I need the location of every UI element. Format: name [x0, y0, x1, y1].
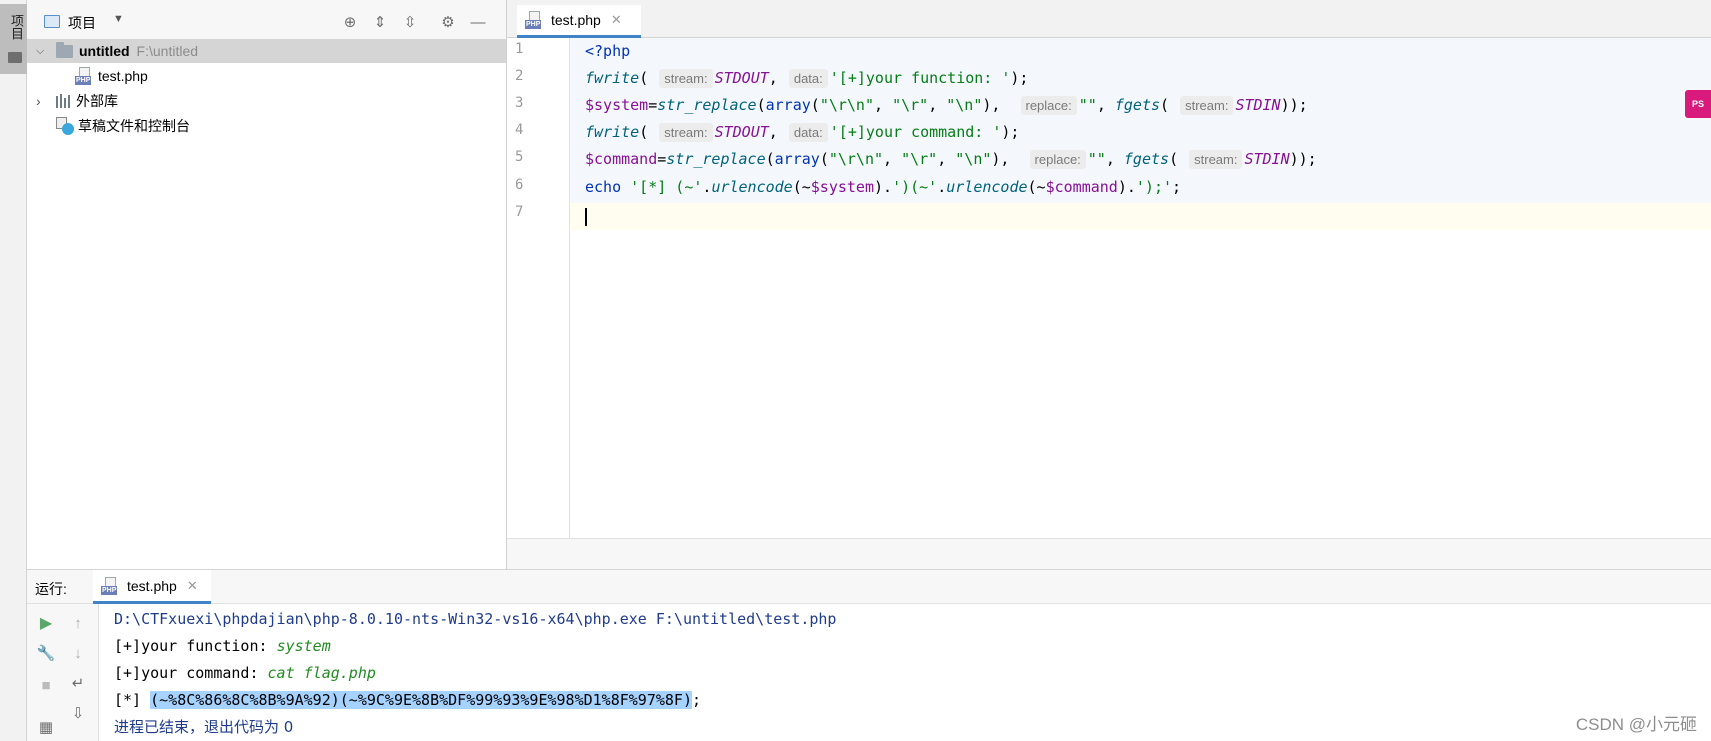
- param-hint: stream:: [659, 69, 713, 88]
- project-panel-title[interactable]: 项目: [68, 13, 96, 33]
- phpstorm-icon[interactable]: PS: [1685, 90, 1711, 118]
- run-toolbar: ▶ 🔧 ■ ↑ ↓ ↵ ⇩ ▦: [27, 604, 99, 741]
- code-text-area[interactable]: <?php fwrite( stream: STDOUT, data: '[+]yo…: [570, 38, 1711, 538]
- collapse-all-icon[interactable]: ⇳: [400, 12, 420, 32]
- rerun-icon[interactable]: ▶: [35, 612, 57, 634]
- folder-icon: [56, 41, 73, 58]
- line-number: 7: [515, 204, 524, 220]
- editor-tab-bar: PHP test.php ✕: [507, 0, 1711, 38]
- param-hint: replace:: [1029, 150, 1086, 169]
- console-command-line: D:\CTFxuexi\phpdajian\php-8.0.10-nts-Win…: [114, 610, 837, 628]
- line-number: 3: [515, 95, 524, 111]
- param-hint: stream:: [1189, 150, 1243, 169]
- wrench-icon[interactable]: 🔧: [35, 642, 57, 664]
- run-tab-test-php[interactable]: PHP test.php ✕: [93, 570, 211, 604]
- project-panel: 项目 ▼ ⊕ ⇕ ⇳ ⚙ — ⌵ untitled F:\untitled PH…: [27, 0, 507, 569]
- expand-all-icon[interactable]: ⇕: [370, 12, 390, 32]
- code-line-3: $system=str_replace(array("\r\n", "\r", …: [585, 96, 1308, 115]
- code-line-5: $command=str_replace(array("\r\n", "\r",…: [585, 150, 1317, 169]
- run-panel-header: 运行: PHP test.php ✕: [27, 570, 1711, 604]
- minimize-icon[interactable]: —: [468, 12, 488, 32]
- project-view-icon: [44, 15, 60, 28]
- console-output[interactable]: D:\CTFxuexi\phpdajian\php-8.0.10-nts-Win…: [100, 604, 1711, 741]
- php-file-icon: PHP: [75, 67, 95, 85]
- layout-icon[interactable]: ▦: [35, 716, 57, 738]
- line-number: 1: [515, 41, 524, 57]
- text-caret: [585, 208, 587, 226]
- run-panel: 运行: PHP test.php ✕ ▶ 🔧 ■ ↑ ↓ ↵ ⇩ ▦ D:\CT…: [27, 569, 1711, 741]
- param-hint: stream:: [1180, 96, 1234, 115]
- param-hint: data:: [788, 123, 828, 142]
- console-exit-message: 进程已结束，退出代码为 0: [114, 718, 294, 736]
- tab-test-php[interactable]: PHP test.php ✕: [517, 5, 641, 38]
- param-hint: stream:: [659, 123, 713, 142]
- code-line-4: fwrite( stream: STDOUT, data: '[+]your com…: [585, 123, 1020, 142]
- line-number: 4: [515, 122, 524, 138]
- stop-icon[interactable]: ■: [35, 674, 57, 696]
- soft-wrap-icon[interactable]: ↵: [67, 672, 89, 694]
- code-line-1: <?php: [585, 42, 631, 60]
- project-tool-tab[interactable]: 项目: [0, 4, 27, 74]
- console-line-command: [+]your command: cat flag.php: [114, 664, 376, 682]
- editor-tab-label: test.php: [551, 12, 601, 28]
- tree-item-project-root[interactable]: ⌵ untitled F:\untitled: [27, 39, 506, 63]
- user-input-function: system: [276, 637, 331, 655]
- chevron-down-icon[interactable]: ⌵: [36, 45, 52, 58]
- folder-icon: [8, 52, 22, 63]
- tool-window-strip: 项目: [0, 0, 27, 741]
- code-editor: PHP test.php ✕ 1 2 3 4 5 6 7 <?php fwrit…: [507, 0, 1711, 569]
- run-tab-label: test.php: [127, 577, 177, 594]
- line-number: 2: [515, 68, 524, 84]
- tree-item-label: 外部库: [76, 93, 118, 109]
- project-root-path: F:\untitled: [136, 43, 199, 59]
- editor-footer: [507, 538, 1711, 569]
- param-hint: replace:: [1020, 96, 1077, 115]
- project-root-name: untitled: [79, 43, 130, 59]
- tree-item-label: test.php: [98, 68, 148, 84]
- gear-icon[interactable]: ⚙: [438, 12, 458, 32]
- arrow-up-icon[interactable]: ↑: [67, 612, 89, 634]
- close-icon[interactable]: ✕: [611, 12, 622, 28]
- console-line-function: [+]your function: system: [114, 637, 331, 655]
- current-line-highlight: [570, 203, 1711, 230]
- selected-payload: (~%8C%86%8C%8B%9A%92)(~%9C%9E%8B%DF%99%9…: [150, 691, 692, 709]
- library-icon: [56, 94, 70, 108]
- project-panel-header: 项目 ▼ ⊕ ⇕ ⇳ ⚙ —: [27, 0, 506, 44]
- php-file-icon: PHP: [525, 11, 545, 29]
- chevron-right-icon[interactable]: ›: [36, 93, 52, 109]
- tree-item-scratches[interactable]: 草稿文件和控制台: [27, 114, 506, 138]
- console-line-result: [*] (~%8C%86%8C%8B%9A%92)(~%9C%9E%8B%DF%…: [114, 691, 702, 709]
- watermark: CSDN @小元砸: [1575, 715, 1697, 734]
- run-label: 运行:: [35, 581, 67, 597]
- line-number: 5: [515, 149, 524, 165]
- php-file-icon: PHP: [101, 576, 121, 595]
- tree-item-label: 草稿文件和控制台: [78, 118, 190, 134]
- line-number: 6: [515, 177, 524, 193]
- line-number-gutter: 1 2 3 4 5 6 7: [507, 38, 570, 538]
- close-icon[interactable]: ✕: [187, 578, 198, 594]
- code-line-2: fwrite( stream: STDOUT, data: '[+]your fun…: [585, 69, 1029, 88]
- arrow-down-icon[interactable]: ↓: [67, 642, 89, 664]
- scroll-to-end-icon[interactable]: ⇩: [67, 702, 89, 724]
- project-tool-tab-label: 项目: [9, 14, 24, 40]
- tree-item-external-libs[interactable]: › 外部库: [27, 89, 506, 113]
- param-hint: data:: [788, 69, 828, 88]
- locate-icon[interactable]: ⊕: [340, 12, 360, 32]
- code-line-6: echo '[*] (~'.urlencode(~$system).')(~'.…: [585, 178, 1182, 196]
- user-input-command: cat flag.php: [267, 664, 376, 682]
- scratches-icon: [56, 117, 74, 135]
- chevron-down-icon[interactable]: ▼: [113, 13, 124, 25]
- tree-item-test-php[interactable]: PHP test.php: [27, 64, 506, 88]
